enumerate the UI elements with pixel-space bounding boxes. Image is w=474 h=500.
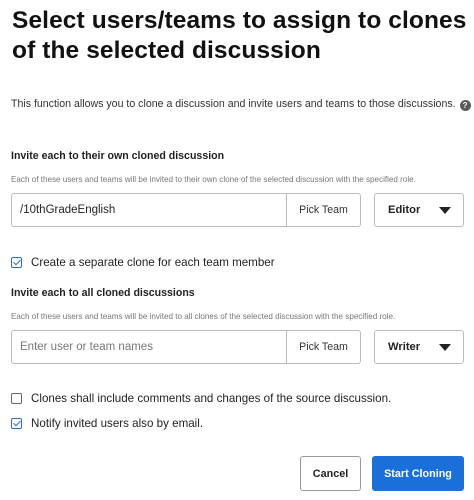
own-clone-users-input[interactable]	[12, 194, 286, 226]
intro-label: This function allows you to clone a disc…	[11, 98, 456, 110]
own-clone-pick-team-button[interactable]: Pick Team	[286, 194, 360, 226]
include-comments-row[interactable]: Clones shall include comments and change…	[11, 392, 391, 405]
own-clone-input-group: Pick Team	[11, 193, 361, 227]
all-clones-input-group: Pick Team	[11, 330, 361, 364]
cancel-button[interactable]: Cancel	[300, 456, 361, 491]
intro-text: This function allows you to clone a disc…	[11, 98, 471, 111]
own-clone-heading: Invite each to their own cloned discussi…	[11, 150, 225, 162]
separate-clone-row[interactable]: Create a separate clone for each team me…	[11, 256, 275, 269]
all-clones-users-input[interactable]	[12, 331, 286, 363]
all-clones-description: Each of these users and teams will be in…	[11, 312, 396, 321]
notify-email-row[interactable]: Notify invited users also by email.	[11, 417, 203, 430]
notify-email-checkbox[interactable]	[11, 418, 22, 429]
all-clones-role-select[interactable]: Writer	[374, 330, 464, 364]
own-clone-role-value: Editor	[388, 204, 421, 216]
notify-email-label: Notify invited users also by email.	[31, 417, 204, 430]
include-comments-label: Clones shall include comments and change…	[31, 392, 392, 405]
dialog-title: Select users/teams to assign to clones o…	[12, 7, 467, 64]
include-comments-checkbox[interactable]	[11, 393, 22, 404]
separate-clone-label: Create a separate clone for each team me…	[31, 256, 275, 269]
chevron-down-icon	[439, 206, 451, 214]
help-icon[interactable]: ?	[459, 100, 471, 111]
all-clones-pick-team-button[interactable]: Pick Team	[286, 331, 360, 363]
all-clones-role-value: Writer	[388, 341, 421, 353]
all-clones-heading: Invite each to all cloned discussions	[11, 287, 195, 299]
separate-clone-checkbox[interactable]	[11, 257, 22, 268]
start-cloning-button[interactable]: Start Cloning	[372, 456, 464, 491]
chevron-down-icon	[439, 343, 451, 351]
own-clone-description: Each of these users and teams will be in…	[11, 175, 416, 184]
own-clone-role-select[interactable]: Editor	[374, 193, 464, 227]
